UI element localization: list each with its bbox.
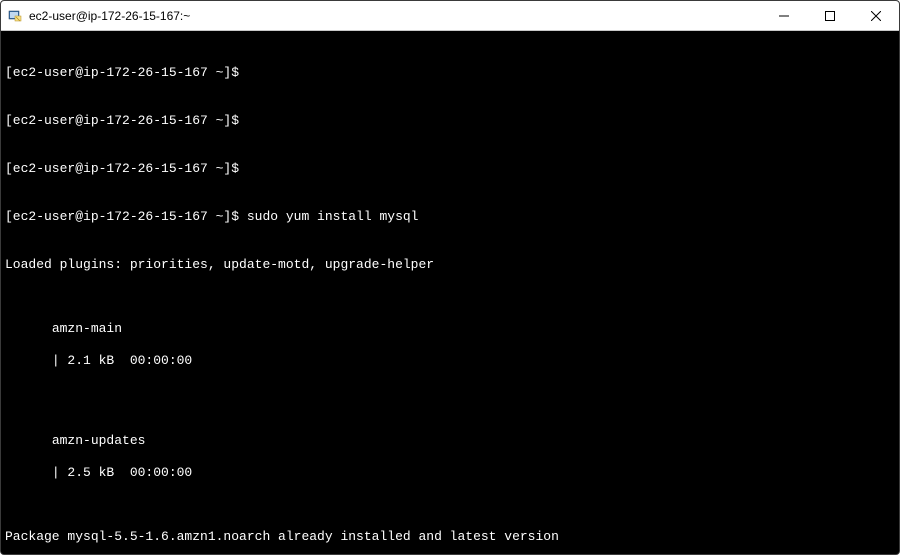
titlebar[interactable]: ec2-user@ip-172-26-15-167:~ — [1, 1, 899, 31]
terminal-line: Package mysql-5.5-1.6.amzn1.noarch alrea… — [5, 529, 895, 545]
repo-name: amzn-updates — [52, 433, 146, 448]
window-controls — [761, 1, 899, 30]
terminal-line: [ec2-user@ip-172-26-15-167 ~]$ sudo yum … — [5, 209, 895, 225]
terminal-line: [ec2-user@ip-172-26-15-167 ~]$ — [5, 65, 895, 81]
terminal-line: amzn-main | 2.1 kB 00:00:00 — [5, 305, 895, 385]
close-button[interactable] — [853, 1, 899, 30]
maximize-button[interactable] — [807, 1, 853, 30]
window-title: ec2-user@ip-172-26-15-167:~ — [29, 9, 761, 23]
terminal-line: [ec2-user@ip-172-26-15-167 ~]$ — [5, 113, 895, 129]
minimize-button[interactable] — [761, 1, 807, 30]
putty-icon — [7, 8, 23, 24]
repo-name: amzn-main — [52, 321, 122, 336]
terminal-line: [ec2-user@ip-172-26-15-167 ~]$ — [5, 161, 895, 177]
terminal-body[interactable]: [ec2-user@ip-172-26-15-167 ~]$ [ec2-user… — [1, 31, 899, 554]
repo-status: | 2.1 kB 00:00:00 — [52, 353, 222, 368]
terminal-line: Loaded plugins: priorities, update-motd,… — [5, 257, 895, 273]
terminal-window: ec2-user@ip-172-26-15-167:~ [ec2-user@ip… — [0, 0, 900, 555]
terminal-line: amzn-updates | 2.5 kB 00:00:00 — [5, 417, 895, 497]
repo-status: | 2.5 kB 00:00:00 — [52, 465, 222, 480]
